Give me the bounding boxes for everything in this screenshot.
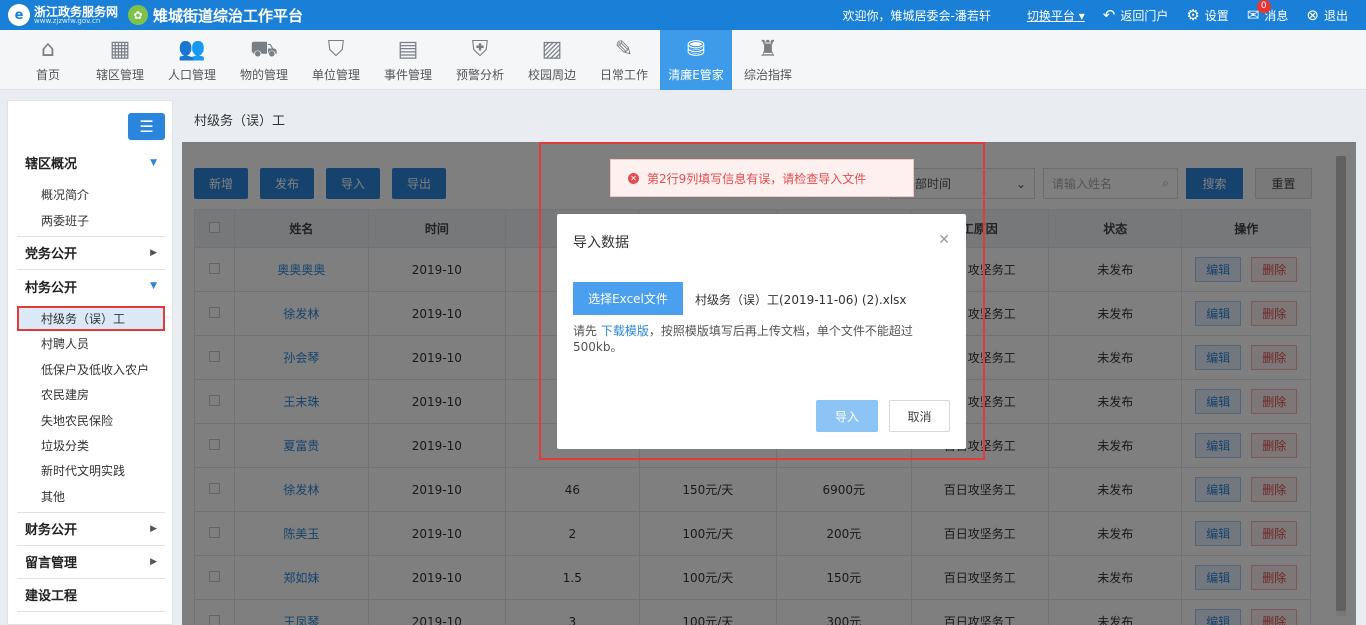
nav-item[interactable]: ⛟ 物的管理 [228,30,300,90]
nav-item[interactable]: ⌂ 首页 [12,30,84,90]
shield-icon: ⛨ [471,37,489,62]
caret-down-icon: ▼ [150,157,157,168]
settings-button[interactable]: ⚙ 设置 [1186,6,1228,24]
back-arrow-icon: ↶ [1102,6,1116,24]
top-bar: e 浙江政务服务网 www.zjzwfw.gov.cn ✿ 雉城街道综治工作平台… [0,0,1366,30]
platform-logo-icon: ✿ [128,5,148,25]
sidebar-group-label: 留言管理 [25,556,78,572]
caret-right-icon: ▶ [150,523,157,534]
nav-item[interactable]: 👥 人口管理 [156,30,228,90]
nav-item[interactable]: ▦ 辖区管理 [84,30,156,90]
nav-item-label: 首页 [35,68,60,82]
menu-toggle-button[interactable]: ☰ [128,113,165,140]
people-icon: 👥 [178,37,206,62]
nav-item[interactable]: ▨ 校园周边 [516,30,588,90]
officer-icon: ♜ [758,37,778,62]
building-icon: ⛉ [327,37,345,62]
nav-item[interactable]: ♜ 综治指挥 [732,30,804,90]
sidebar-group[interactable]: 党务公开 ▶ [17,237,165,270]
sidebar: ☰ 辖区概况 ▼ 概况简介 两委班子党务公开 ▶ 村务公开 ▼ 村级务（误）工 村聘人员 低保户及… [7,100,173,625]
grid-icon: ▦ [109,37,131,62]
messages-badge: 0 [1256,0,1271,13]
zjzwfw-logo[interactable]: e 浙江政务服务网 www.zjzwfw.gov.cn [0,4,128,26]
sidebar-item[interactable]: 新时代文明实践 [17,458,165,483]
sidebar-item[interactable]: 低保户及低收入农户 [17,357,165,382]
welcome-text: 欢迎你，雉城居委会-潘若轩 [842,8,991,23]
pen-icon: ✎ [614,37,634,62]
truck-icon: ⛟ [250,37,278,62]
sidebar-group-label: 财务公开 [25,523,78,539]
sidebar-group-label: 建设工程 [25,589,78,605]
switch-platform-label: 切换平台 [1026,8,1075,23]
logo-url: www.zjzwfw.gov.cn [34,16,101,25]
sidebar-item[interactable]: 垃圾分类 [17,433,165,458]
nav-item-label: 综治指挥 [743,68,792,82]
nav-item-label: 校园周边 [527,68,576,82]
messages-button[interactable]: ✉ 0 消息 [1247,0,1288,24]
platform-title-text: 雉城街道综治工作平台 [153,6,304,25]
logo-text: 浙江政务服务网 [34,4,119,19]
nav-item[interactable]: ⛨ 预警分析 [444,30,516,90]
highlight-frame [539,142,985,460]
sidebar-item[interactable]: 其他 [17,484,165,509]
logout-label: 退出 [1323,8,1348,23]
caret-right-icon: ▶ [150,556,157,567]
sidebar-group-label: 村务公开 [25,280,78,296]
sidebar-item[interactable]: 村级务（误）工 [17,305,165,332]
nav-item-label: 事件管理 [383,68,432,82]
platform-title: ✿ 雉城街道综治工作平台 [128,5,303,26]
nav-item-label: 清廉E管家 [668,68,724,82]
sidebar-item[interactable]: 概况简介 [17,182,165,207]
hamburger-icon: ☰ [139,117,154,136]
zjzwfw-logo-icon: e [8,4,30,26]
switch-platform-link[interactable]: 切换平台 ▾ [1027,7,1085,24]
logout-button[interactable]: ⊗ 退出 [1306,6,1348,24]
nav-item[interactable]: ▤ 事件管理 [372,30,444,90]
nav-item-label: 预警分析 [455,68,504,82]
caret-down-icon: ▼ [150,281,157,292]
sidebar-group[interactable]: 村务公开 ▼ [17,270,165,303]
sidebar-group[interactable]: 建设工程 [17,579,165,612]
sidebar-group-label: 党务公开 [25,247,78,263]
main-nav: ⌂ 首页 ▦ 辖区管理 👥 人口管理 ⛟ 物的管理 ⛉ 单位管理 ▤ 事件管理 ⛨ 预警分析 ▨ 校园周边 ✎ 日… [0,30,1366,90]
nav-item-label: 物的管理 [239,68,288,82]
sidebar-group[interactable]: 辖区概况 ▼ [17,146,165,179]
gear-icon: ⚙ [1186,6,1200,24]
back-portal-label: 返回门户 [1120,8,1169,23]
sidebar-item[interactable]: 失地农民保险 [17,407,165,432]
nav-item[interactable]: ⛃ 清廉E管家 [660,30,732,90]
close-circle-icon: ⊗ [1306,6,1319,24]
nav-item-label: 人口管理 [167,68,216,82]
caret-right-icon: ▶ [150,247,157,258]
nav-item-label: 日常工作 [599,68,648,82]
nav-item-label: 辖区管理 [95,68,144,82]
chart-icon: ▨ [541,37,563,62]
sidebar-item[interactable]: 农民建房 [17,382,165,407]
nav-item-label: 单位管理 [311,68,360,82]
back-portal-button[interactable]: ↶ 返回门户 [1103,6,1169,24]
settings-label: 设置 [1204,8,1229,23]
home-icon: ⌂ [41,37,55,62]
sidebar-item[interactable]: 村聘人员 [17,331,165,356]
book-icon: ▤ [397,37,419,62]
nav-item[interactable]: ✎ 日常工作 [588,30,660,90]
breadcrumb: 村级务（误）工 [194,114,286,129]
nav-item[interactable]: ⛉ 单位管理 [300,30,372,90]
sidebar-group[interactable]: 财务公开 ▶ [17,513,165,546]
coins-icon: ⛃ [686,37,706,62]
sidebar-group[interactable]: 留言管理 ▶ [17,546,165,579]
sidebar-item[interactable]: 两委班子 [17,207,165,232]
sidebar-group-label: 辖区概况 [25,157,78,172]
